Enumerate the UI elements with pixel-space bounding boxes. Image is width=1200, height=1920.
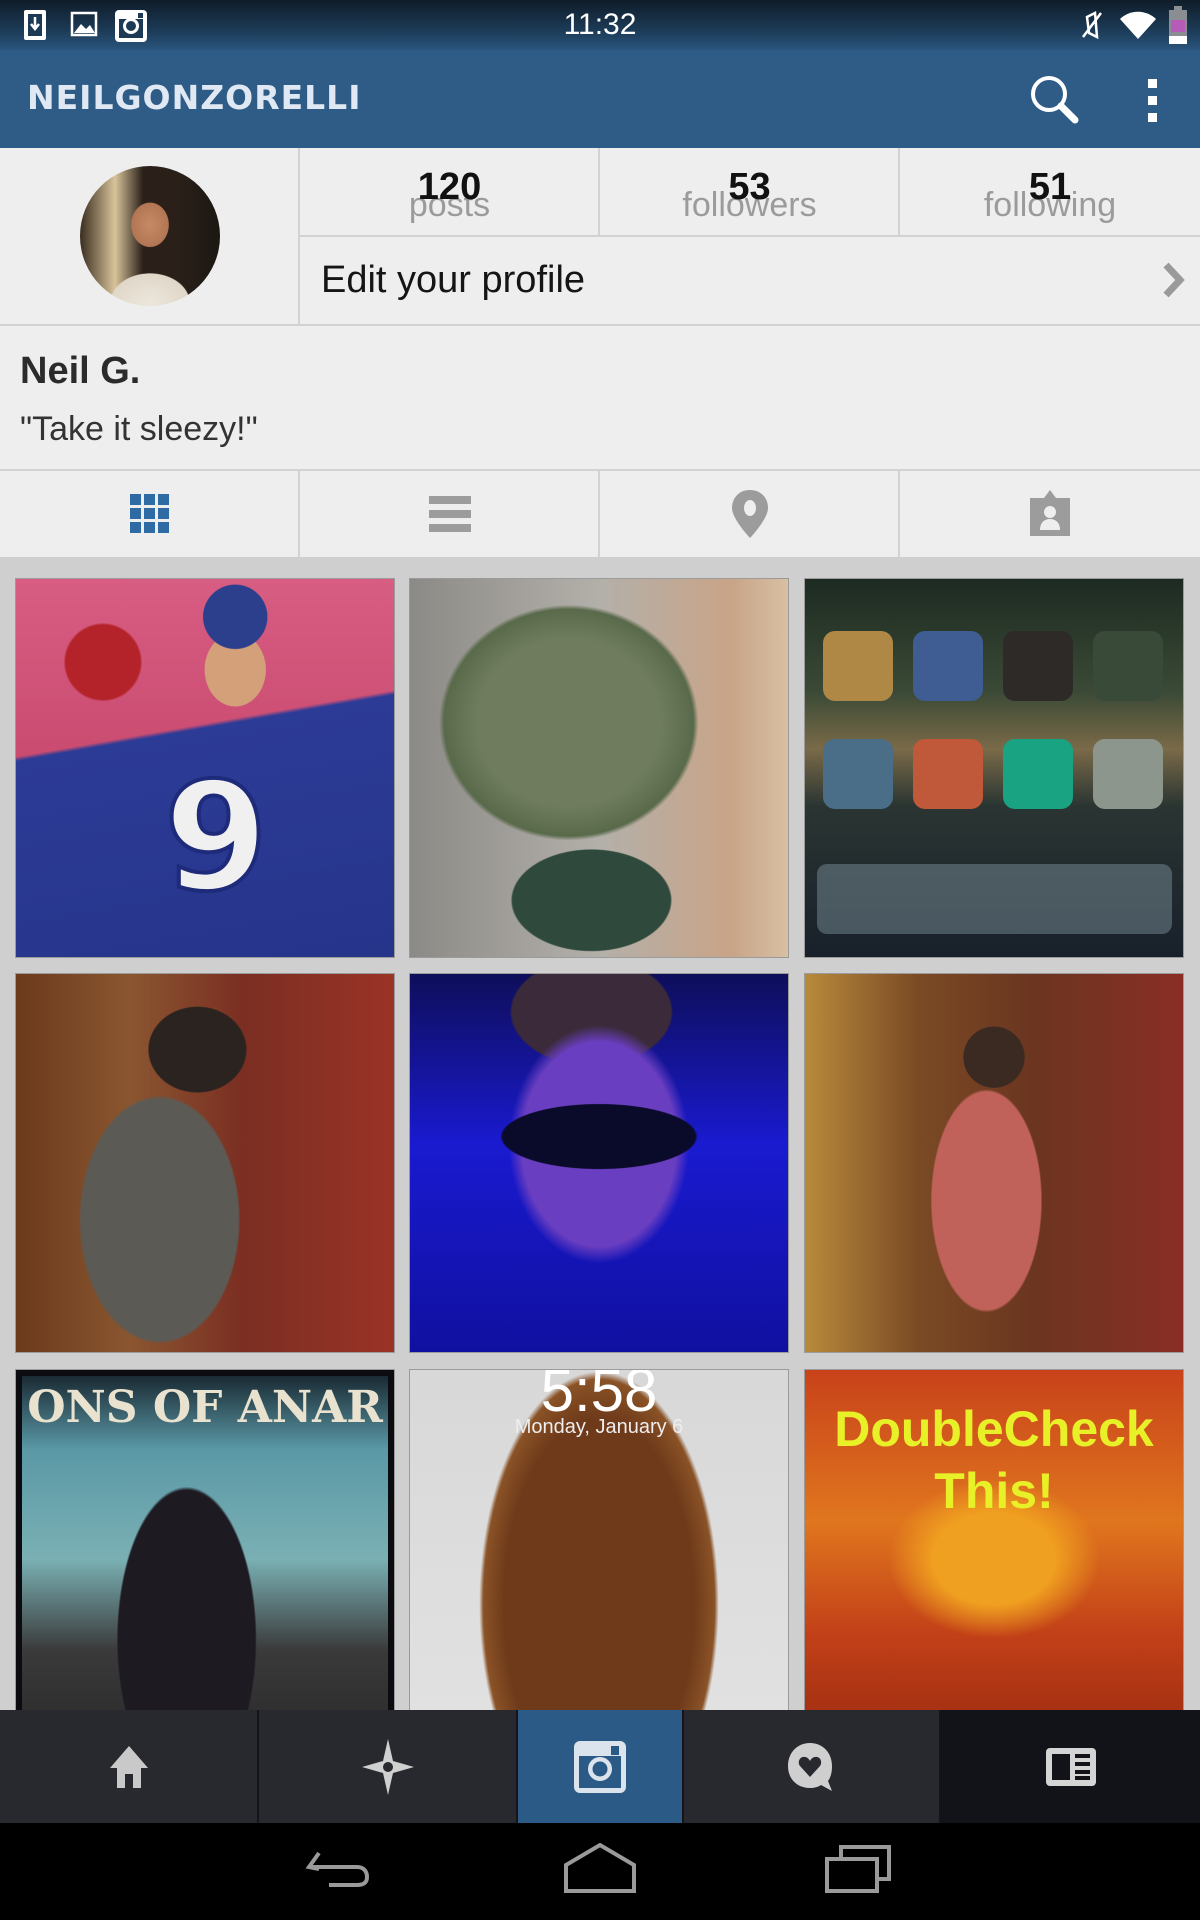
- stat-followers[interactable]: 53 followers: [600, 148, 899, 235]
- list-icon: [428, 496, 471, 532]
- profile-card-icon: [1045, 1747, 1096, 1786]
- tile-caption: DoubleCheck: [834, 1401, 1154, 1457]
- posts-count: 120: [417, 166, 482, 208]
- app-icon-notes: [823, 631, 893, 701]
- tab-map-view[interactable]: [600, 471, 899, 557]
- username-title: NEILGONZORELLI: [27, 78, 362, 117]
- followers-count: 53: [728, 166, 771, 208]
- home-outline-icon[interactable]: [562, 1843, 638, 1895]
- vibrate-mute-icon: [1082, 11, 1102, 40]
- tab-grid-view[interactable]: [0, 471, 299, 569]
- tagged-photos-icon: [1030, 490, 1070, 536]
- home-icon: [109, 1745, 148, 1788]
- jersey-number: 9: [166, 769, 266, 909]
- photo-tile[interactable]: [805, 974, 1183, 1352]
- explore-star-icon: [361, 1738, 414, 1795]
- following-count: 51: [1028, 166, 1072, 208]
- nav-activity[interactable]: [684, 1710, 941, 1823]
- chevron-right-icon: [1163, 262, 1185, 298]
- recent-apps-icon[interactable]: [823, 1843, 895, 1895]
- grid-icon: [129, 494, 169, 533]
- wifi-icon: [1120, 11, 1156, 39]
- heart-bubble-icon: [787, 1742, 832, 1791]
- stat-posts[interactable]: 120 posts: [300, 148, 599, 235]
- app-icon-spotify: [1003, 631, 1073, 701]
- photo-grid: 9 ONS OF ANAR 5:58 Monday, January 6 Dou…: [0, 557, 1200, 1710]
- nav-camera[interactable]: [518, 1710, 684, 1823]
- photo-tile[interactable]: ONS OF ANAR: [16, 1370, 394, 1710]
- dock: [817, 864, 1172, 934]
- system-nav-bar: [0, 1823, 1200, 1920]
- photo-tile[interactable]: 5:58 Monday, January 6: [410, 1370, 788, 1710]
- overflow-menu-button[interactable]: [1123, 70, 1183, 130]
- search-button[interactable]: [1025, 70, 1085, 130]
- photo-tile[interactable]: [410, 974, 788, 1352]
- photo-tile[interactable]: DoubleCheck This!: [805, 1370, 1183, 1710]
- photo-tile[interactable]: [805, 579, 1183, 957]
- svg-text:9: 9: [166, 769, 266, 909]
- avatar[interactable]: [80, 166, 220, 306]
- photo-tile[interactable]: [16, 974, 394, 1352]
- view-tabs: [0, 469, 1200, 569]
- camera-icon: [574, 1740, 626, 1793]
- full-name: Neil G.: [20, 350, 141, 392]
- app-icon-twitter: [823, 739, 893, 809]
- battery-icon: [1169, 6, 1187, 44]
- photo-tile[interactable]: [410, 579, 788, 957]
- back-icon[interactable]: [305, 1843, 377, 1895]
- app-bar: NEILGONZORELLI: [0, 50, 1200, 148]
- bio: "Take it sleezy!": [20, 410, 258, 448]
- tab-list-view[interactable]: [300, 471, 599, 557]
- app-icon-music: [1093, 631, 1163, 701]
- app-icon-instagram: [1093, 739, 1163, 809]
- tile-caption: ONS OF ANAR: [27, 1382, 383, 1433]
- photo-tile[interactable]: 9: [16, 579, 394, 957]
- overflow-menu-icon: [1148, 79, 1157, 122]
- edit-profile-button[interactable]: Edit your profile: [300, 237, 1200, 323]
- tab-tagged-view[interactable]: [900, 471, 1200, 557]
- search-icon: [1031, 76, 1079, 124]
- stat-following[interactable]: 51 following: [900, 148, 1200, 235]
- app-icon-vine: [1003, 739, 1073, 809]
- profile-header: 120 posts 53 followers 51 following Edit…: [0, 148, 1200, 469]
- divider: [0, 324, 1200, 326]
- nav-explore[interactable]: [259, 1710, 518, 1823]
- nav-home[interactable]: [0, 1710, 259, 1823]
- clock: 11:32: [563, 8, 637, 41]
- tile-subcaption: Monday, January 6: [514, 1416, 684, 1438]
- nav-profile[interactable]: [941, 1710, 1200, 1823]
- app-icon-snapchat: [913, 739, 983, 809]
- bottom-nav: [0, 1710, 1200, 1823]
- edit-profile-label: Edit your profile: [321, 259, 586, 301]
- tile-subcaption: This!: [934, 1463, 1054, 1519]
- location-pin-icon: [731, 490, 768, 538]
- app-icon-app-store: [913, 631, 983, 701]
- status-bar: 11:32: [0, 0, 1200, 50]
